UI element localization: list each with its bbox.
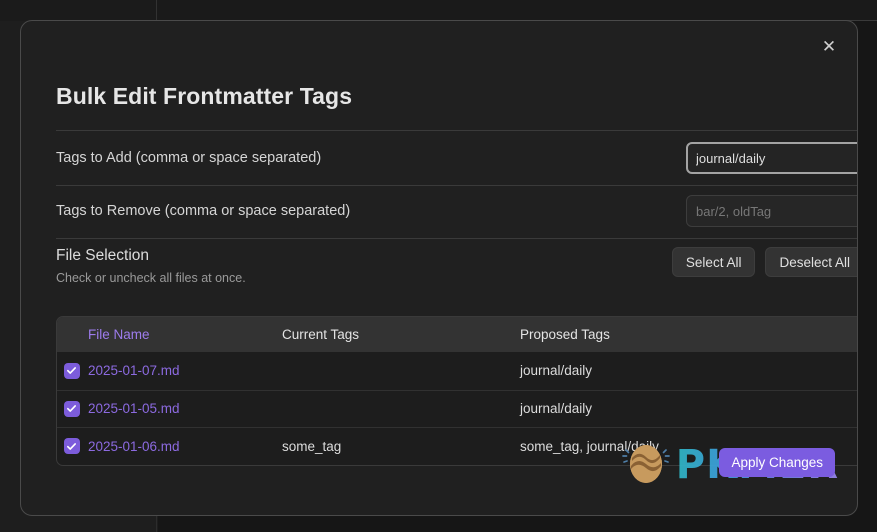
file-selection-description: Check or uncheck all files at once.: [56, 271, 246, 285]
row-checkbox-cell: [57, 400, 86, 417]
background-tab: [0, 0, 157, 21]
deselect-all-button[interactable]: Deselect All: [765, 247, 857, 277]
bulk-edit-dialog: ✕ Bulk Edit Frontmatter Tags Tags to Add…: [20, 20, 858, 516]
column-header-proposed-tags[interactable]: Proposed Tags: [520, 327, 857, 342]
cell-current-tags: some_tag: [282, 438, 342, 454]
setting-tags-to-remove: Tags to Remove (comma or space separated…: [56, 193, 857, 229]
select-all-button[interactable]: Select All: [671, 247, 756, 277]
tags-to-add-label: Tags to Add (comma or space separated): [56, 150, 322, 166]
tags-to-remove-input[interactable]: [686, 195, 857, 227]
setting-tags-to-add: Tags to Add (comma or space separated): [56, 139, 857, 177]
dialog-title: Bulk Edit Frontmatter Tags: [56, 83, 353, 109]
checkbox-checked-icon[interactable]: [63, 438, 80, 455]
divider-2: [56, 185, 857, 186]
table-row: 2025-01-07.md journal/daily: [57, 352, 857, 390]
file-selection-heading: File Selection: [56, 247, 150, 264]
cell-file-name[interactable]: 2025-01-06.md: [86, 439, 282, 454]
column-header-current-tags[interactable]: Current Tags: [282, 327, 520, 342]
row-checkbox-cell: [57, 362, 86, 379]
tags-to-remove-label: Tags to Remove (comma or space separated…: [56, 203, 351, 219]
file-selection-buttons: Select All Deselect All: [671, 247, 857, 277]
background-titlebar: [0, 0, 877, 21]
file-table: File Name Current Tags Proposed Tags 202…: [56, 316, 857, 466]
checkbox-checked-icon[interactable]: [63, 400, 80, 417]
cell-file-name[interactable]: 2025-01-07.md: [86, 363, 282, 378]
cell-proposed-tags: journal/daily: [520, 401, 593, 417]
file-selection-text-group: File Selection Check or uncheck all file…: [56, 247, 246, 285]
column-header-file-name[interactable]: File Name: [57, 327, 282, 342]
divider-1: [56, 130, 857, 131]
table-row: 2025-01-05.md journal/daily: [57, 389, 857, 428]
divider-3: [56, 238, 857, 239]
setting-file-selection: File Selection Check or uncheck all file…: [56, 247, 857, 291]
close-icon[interactable]: ✕: [815, 34, 843, 60]
tags-to-add-input[interactable]: [686, 142, 857, 174]
row-checkbox-cell: [57, 438, 86, 455]
checkbox-checked-icon[interactable]: [63, 362, 80, 379]
cell-proposed-tags: journal/daily: [520, 363, 593, 379]
cell-file-name[interactable]: 2025-01-05.md: [86, 401, 282, 416]
table-header-row: File Name Current Tags Proposed Tags: [57, 317, 857, 352]
apply-changes-button[interactable]: Apply Changes: [719, 448, 835, 477]
